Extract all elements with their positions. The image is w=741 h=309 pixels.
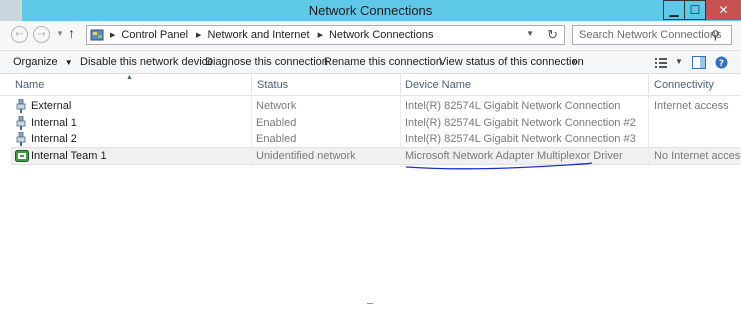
svg-text:?: ?	[719, 59, 724, 69]
breadcrumb-network-and-internet[interactable]: Network and Internet	[207, 29, 309, 41]
network-team-icon	[15, 150, 29, 162]
minimize-button[interactable]: ▁	[663, 0, 685, 20]
connection-name: Internal 2	[31, 133, 77, 145]
view-dropdown-icon[interactable]: ▼	[675, 57, 683, 66]
sort-ascending-icon: ▲	[126, 74, 133, 81]
connectivity: No Internet access	[654, 150, 741, 162]
column-divider[interactable]	[251, 74, 252, 95]
list-item[interactable]: Internal 2 Enabled Intel(R) 82574L Gigab…	[11, 131, 741, 147]
device-name: Intel(R) 82574L Gigabit Network Connecti…	[405, 100, 621, 112]
preview-pane-icon[interactable]	[692, 56, 706, 69]
column-divider[interactable]	[648, 74, 649, 95]
breadcrumb-network-connections[interactable]: Network Connections	[329, 29, 434, 41]
connection-status: Enabled	[256, 117, 297, 129]
device-name: Intel(R) 82574L Gigabit Network Connecti…	[405, 117, 636, 129]
ethernet-adapter-icon	[16, 132, 26, 146]
diagnose-connection-button[interactable]: Diagnose this connection	[205, 56, 328, 68]
splitter-handle[interactable]	[367, 303, 373, 307]
connection-status: Unidentified network	[256, 150, 356, 162]
view-status-button[interactable]: View status of this connection	[439, 56, 584, 68]
control-panel-icon	[90, 29, 104, 41]
connection-name: Internal 1	[31, 117, 77, 129]
breadcrumb-control-panel[interactable]: Control Panel	[121, 29, 188, 41]
breadcrumb-separator-icon[interactable]: ▶	[318, 31, 323, 39]
more-commands-button[interactable]: »	[572, 56, 578, 68]
connection-name: External	[31, 100, 72, 112]
back-button[interactable]: ←	[11, 26, 28, 43]
up-arrow-icon[interactable]: ↑	[68, 25, 75, 41]
column-header-device-name[interactable]: Device Name	[405, 79, 471, 91]
organize-label: Organize	[13, 56, 58, 68]
column-header-connectivity[interactable]: Connectivity	[654, 79, 714, 91]
address-bar: ← → ▼ ↑ ▶ Control Panel ▶ Network and In…	[0, 21, 741, 49]
command-bar: Organize ▼ Disable this network device D…	[0, 50, 741, 74]
breadcrumb-separator-icon[interactable]: ▶	[110, 31, 115, 39]
window-title: Network Connections	[308, 3, 433, 18]
column-divider[interactable]	[400, 74, 401, 95]
maximize-button[interactable]: ☐	[684, 0, 706, 20]
connectivity: Internet access	[654, 100, 729, 112]
refresh-icon[interactable]: ↻	[547, 27, 558, 43]
list-item-selected[interactable]: Internal Team 1 Unidentified network Mic…	[11, 147, 741, 165]
search-input[interactable]: Search Network Connections	[572, 25, 732, 45]
column-headers: ▲ Name Status Device Name Connectivity	[0, 74, 741, 96]
recent-locations-icon[interactable]: ▼	[56, 29, 64, 38]
view-options-icon[interactable]	[655, 57, 667, 68]
ethernet-adapter-icon	[16, 99, 26, 113]
list-item[interactable]: Internal 1 Enabled Intel(R) 82574L Gigab…	[11, 115, 741, 131]
disable-device-button[interactable]: Disable this network device	[80, 56, 213, 68]
annotation-underline	[405, 162, 593, 170]
chevron-down-icon: ▼	[64, 58, 73, 67]
device-name: Intel(R) 82574L Gigabit Network Connecti…	[405, 133, 636, 145]
breadcrumb-separator-icon[interactable]: ▶	[196, 31, 201, 39]
help-icon[interactable]: ?	[715, 56, 728, 69]
close-button[interactable]: ✕	[706, 0, 741, 20]
column-header-status[interactable]: Status	[257, 79, 288, 91]
forward-button[interactable]: →	[33, 26, 50, 43]
organize-button[interactable]: Organize ▼	[13, 56, 73, 68]
address-dropdown-icon[interactable]: ▼	[526, 29, 534, 38]
column-header-name[interactable]: Name	[15, 79, 44, 91]
title-bar: Network Connections ▁ ☐ ✕	[0, 0, 741, 21]
list-item[interactable]: External Network Intel(R) 82574L Gigabit…	[11, 98, 741, 114]
connection-status: Network	[256, 100, 297, 112]
connection-status: Enabled	[256, 133, 297, 145]
connection-name: Internal Team 1	[31, 150, 107, 162]
rename-connection-button[interactable]: Rename this connection	[324, 56, 442, 68]
search-icon[interactable]: ⚲	[711, 28, 720, 42]
address-field[interactable]: ▶ Control Panel ▶ Network and Internet ▶…	[86, 25, 565, 45]
ethernet-adapter-icon	[16, 116, 26, 130]
